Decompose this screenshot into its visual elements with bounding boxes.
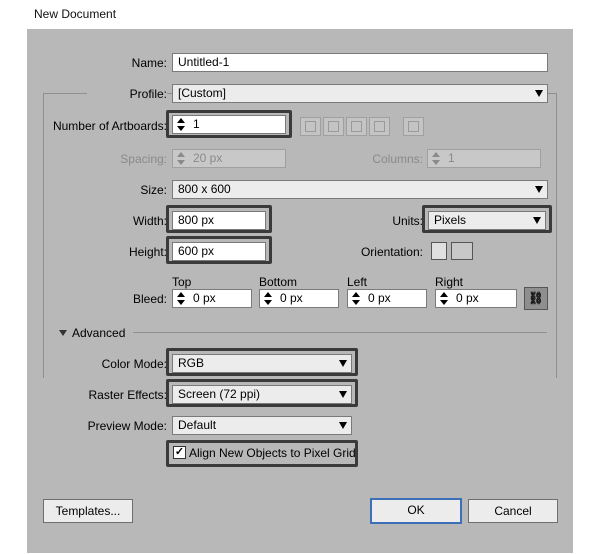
bleed-bottom-value: 0 px — [280, 291, 303, 305]
bleed-right-value: 0 px — [456, 291, 479, 305]
stepper-arrows-icon[interactable] — [438, 290, 451, 307]
spacing-stepper: 20 px — [172, 149, 286, 168]
color-mode-label: Color Mode: — [101, 357, 167, 371]
bleed-top-value: 0 px — [193, 291, 216, 305]
size-dropdown[interactable]: 800 x 600 — [172, 180, 548, 199]
profile-value: [Custom] — [178, 86, 227, 100]
chain-link-icon[interactable]: ⛓ — [524, 287, 548, 310]
stepper-arrows-icon[interactable] — [350, 290, 363, 307]
checkbox-checked-icon[interactable]: ✓ — [173, 446, 186, 459]
window-title: New Document — [34, 7, 117, 21]
disclosure-triangle-icon[interactable] — [59, 330, 67, 336]
preview-mode-dropdown[interactable]: Default — [172, 416, 352, 435]
color-mode-value: RGB — [178, 356, 205, 370]
chevron-down-icon — [533, 217, 541, 224]
chevron-down-icon — [535, 186, 543, 193]
stepper-arrows-icon[interactable] — [175, 290, 188, 307]
stepper-arrows-icon[interactable] — [262, 290, 275, 307]
bleed-top-label: Top — [172, 275, 192, 289]
bleed-bottom-label: Bottom — [259, 275, 298, 289]
units-dropdown[interactable]: Pixels — [428, 211, 546, 230]
columns-label: Columns: — [372, 152, 423, 166]
landscape-icon[interactable] — [451, 242, 473, 260]
name-label: Name: — [131, 56, 167, 70]
name-input[interactable]: Untitled-1 — [172, 53, 548, 72]
profile-label: Profile: — [87, 87, 167, 101]
units-value: Pixels — [434, 213, 467, 227]
height-input[interactable]: 600 px — [172, 242, 266, 261]
ok-button[interactable]: OK — [370, 498, 462, 524]
orientation-label: Orientation: — [360, 245, 423, 259]
chevron-down-icon — [339, 422, 347, 429]
bleed-left-value: 0 px — [368, 291, 391, 305]
raster-effects-dropdown[interactable]: Screen (72 ppi) — [172, 385, 352, 404]
height-label: Height: — [128, 245, 167, 259]
advanced-label[interactable]: Advanced — [72, 326, 125, 340]
artboards-value: 1 — [193, 117, 200, 131]
advanced-divider — [133, 332, 547, 333]
portrait-icon[interactable] — [431, 242, 447, 260]
align-pixel-grid-label[interactable]: Align New Objects to Pixel Grid — [189, 446, 356, 460]
new-document-dialog: Name: Untitled-1 Profile: [Custom] Numbe… — [27, 29, 573, 553]
raster-effects-label: Raster Effects: — [88, 388, 167, 402]
size-value: 800 x 600 — [178, 182, 231, 196]
bleed-top-stepper[interactable]: 0 px — [172, 289, 252, 308]
preview-mode-label: Preview Mode: — [87, 419, 167, 433]
bleed-left-label: Left — [347, 275, 368, 289]
size-label: Size: — [140, 183, 167, 197]
stepper-arrows-icon[interactable] — [175, 116, 188, 133]
preview-mode-value: Default — [178, 418, 217, 432]
stepper-arrows-icon — [430, 150, 443, 167]
chevron-down-icon — [339, 391, 347, 398]
color-mode-dropdown[interactable]: RGB — [172, 354, 352, 373]
arrange-by-column-icon — [369, 117, 390, 136]
columns-value: 1 — [448, 151, 455, 165]
chevron-down-icon — [339, 360, 347, 367]
spacing-label: Spacing: — [120, 152, 167, 166]
profile-dropdown[interactable]: [Custom] — [172, 84, 548, 103]
bleed-right-stepper[interactable]: 0 px — [435, 289, 517, 308]
grid-by-column-icon — [323, 117, 344, 136]
raster-effects-value: Screen (72 ppi) — [178, 387, 261, 401]
chevron-down-icon — [535, 90, 543, 97]
cancel-button[interactable]: Cancel — [468, 499, 558, 523]
width-label: Width: — [132, 214, 167, 228]
bleed-label: Bleed: — [132, 292, 167, 306]
bleed-right-label: Right — [435, 275, 464, 289]
artboards-stepper[interactable]: 1 — [172, 115, 286, 134]
bleed-bottom-stepper[interactable]: 0 px — [259, 289, 339, 308]
bleed-left-stepper[interactable]: 0 px — [347, 289, 427, 308]
arrange-by-row-icon — [346, 117, 367, 136]
grid-by-row-icon — [300, 117, 321, 136]
width-input[interactable]: 800 px — [172, 211, 266, 230]
units-label: Units: — [392, 214, 423, 228]
columns-stepper: 1 — [427, 149, 541, 168]
stepper-arrows-icon — [175, 150, 188, 167]
artboards-label: Number of Artboards: — [52, 119, 167, 133]
spacing-value: 20 px — [193, 151, 223, 165]
right-to-left-icon — [403, 117, 424, 136]
templates-button[interactable]: Templates... — [43, 499, 133, 523]
